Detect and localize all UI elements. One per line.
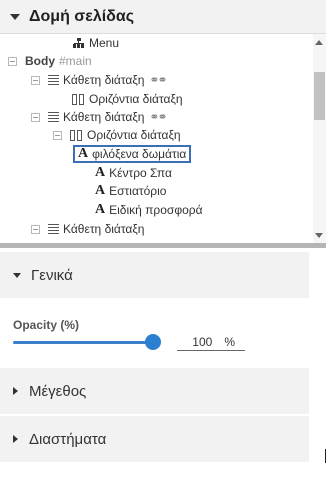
opacity-control bbox=[0, 300, 309, 366]
vertical-layout-icon bbox=[48, 224, 59, 234]
section-title: Μέγεθος bbox=[29, 382, 87, 400]
section-title: Γενικά bbox=[31, 266, 73, 284]
tree-item-horizontal-layout[interactable]: Οριζόντια διάταξη bbox=[53, 126, 181, 144]
link-icon: ⚭⚭ bbox=[149, 110, 167, 124]
collapse-toggle-icon[interactable] bbox=[53, 130, 62, 140]
tree-item-menu[interactable]: Menu bbox=[73, 34, 119, 52]
tree-item-id: #main bbox=[59, 54, 92, 68]
tree-scrollbar[interactable] bbox=[313, 34, 326, 243]
horizontal-layout-icon bbox=[70, 129, 82, 141]
collapsed-caret-icon bbox=[13, 435, 18, 443]
collapse-toggle-icon[interactable] bbox=[31, 224, 40, 234]
opacity-value: 100 bbox=[192, 334, 213, 349]
tree-item-label: Ειδική προσφορά bbox=[109, 203, 203, 217]
vertical-layout-icon bbox=[48, 112, 59, 122]
structure-panel-title: Δομή σελίδας bbox=[29, 7, 135, 25]
text-icon: A bbox=[95, 183, 106, 198]
tree-item-label: φιλόξενα δωμάτια bbox=[92, 147, 187, 161]
scroll-up-arrow-icon[interactable] bbox=[315, 40, 323, 45]
tree-item-label: Εστιατόριο bbox=[109, 184, 167, 198]
tree-item-label: Menu bbox=[89, 36, 120, 50]
text-icon: A bbox=[78, 146, 89, 161]
opacity-slider-track[interactable] bbox=[13, 341, 153, 344]
scroll-down-arrow-icon[interactable] bbox=[315, 233, 323, 238]
tree-item-vertical-layout[interactable]: Κάθετη διάταξη ⚭⚭ bbox=[31, 71, 168, 89]
tree-item-text-selected[interactable]: A φιλόξενα δωμάτια bbox=[73, 145, 192, 163]
section-title: Διαστήματα bbox=[29, 430, 107, 448]
tree-item-vertical-layout[interactable]: Κάθετη διάταξη ⚭⚭ bbox=[31, 108, 168, 126]
section-general-header[interactable]: Γενικά bbox=[0, 252, 309, 298]
tree-item-label: Body bbox=[25, 54, 55, 68]
scrollbar-thumb[interactable] bbox=[314, 72, 325, 120]
link-icon: ⚭⚭ bbox=[149, 73, 167, 87]
tree-item-text[interactable]: A Κέντρο Σπα bbox=[95, 164, 172, 182]
tree-item-label: Οριζόντια διάταξη bbox=[87, 128, 181, 142]
text-icon: A bbox=[95, 202, 106, 217]
section-spacing-header[interactable]: Διαστήματα bbox=[0, 416, 309, 462]
vertical-layout-icon bbox=[48, 75, 59, 85]
opacity-input[interactable]: 100 % bbox=[177, 333, 245, 351]
tree-item-body[interactable]: Body #main bbox=[8, 52, 92, 70]
opacity-unit: % bbox=[224, 334, 235, 349]
collapse-caret-icon bbox=[10, 13, 20, 20]
tree-item-label: Κέντρο Σπα bbox=[109, 166, 172, 180]
page-structure-tree: Menu Body #main Κάθετη διάταξη ⚭⚭ Οριζόν… bbox=[0, 34, 326, 243]
tree-item-text[interactable]: A Εστιατόριο bbox=[95, 182, 166, 200]
tree-item-label: Κάθετη διάταξη bbox=[63, 110, 145, 124]
structure-panel-header[interactable]: Δομή σελίδας bbox=[0, 0, 326, 34]
tree-item-horizontal-layout[interactable]: Οριζόντια διάταξη bbox=[72, 90, 183, 108]
horizontal-layout-icon bbox=[72, 93, 84, 105]
collapse-toggle-icon[interactable] bbox=[31, 75, 40, 85]
expanded-caret-icon bbox=[13, 272, 21, 278]
sitemap-icon bbox=[73, 38, 85, 48]
tree-item-label: Κάθετη διάταξη bbox=[63, 222, 145, 236]
tree-item-text[interactable]: A Ειδική προσφορά bbox=[95, 201, 203, 219]
opacity-label: Opacity (%) bbox=[13, 318, 80, 332]
tree-item-vertical-layout[interactable]: Κάθετη διάταξη bbox=[31, 220, 144, 238]
section-size-header[interactable]: Μέγεθος bbox=[0, 368, 309, 414]
tree-item-label: Οριζόντια διάταξη bbox=[89, 92, 183, 106]
collapse-toggle-icon[interactable] bbox=[8, 56, 17, 66]
opacity-slider-thumb[interactable] bbox=[145, 334, 161, 350]
text-icon: A bbox=[95, 165, 106, 180]
collapsed-caret-icon bbox=[13, 387, 18, 395]
tree-item-label: Κάθετη διάταξη bbox=[63, 73, 145, 87]
selection-highlight: A φιλόξενα δωμάτια bbox=[73, 145, 192, 163]
panel-margin bbox=[309, 248, 326, 478]
collapse-toggle-icon[interactable] bbox=[31, 112, 40, 122]
